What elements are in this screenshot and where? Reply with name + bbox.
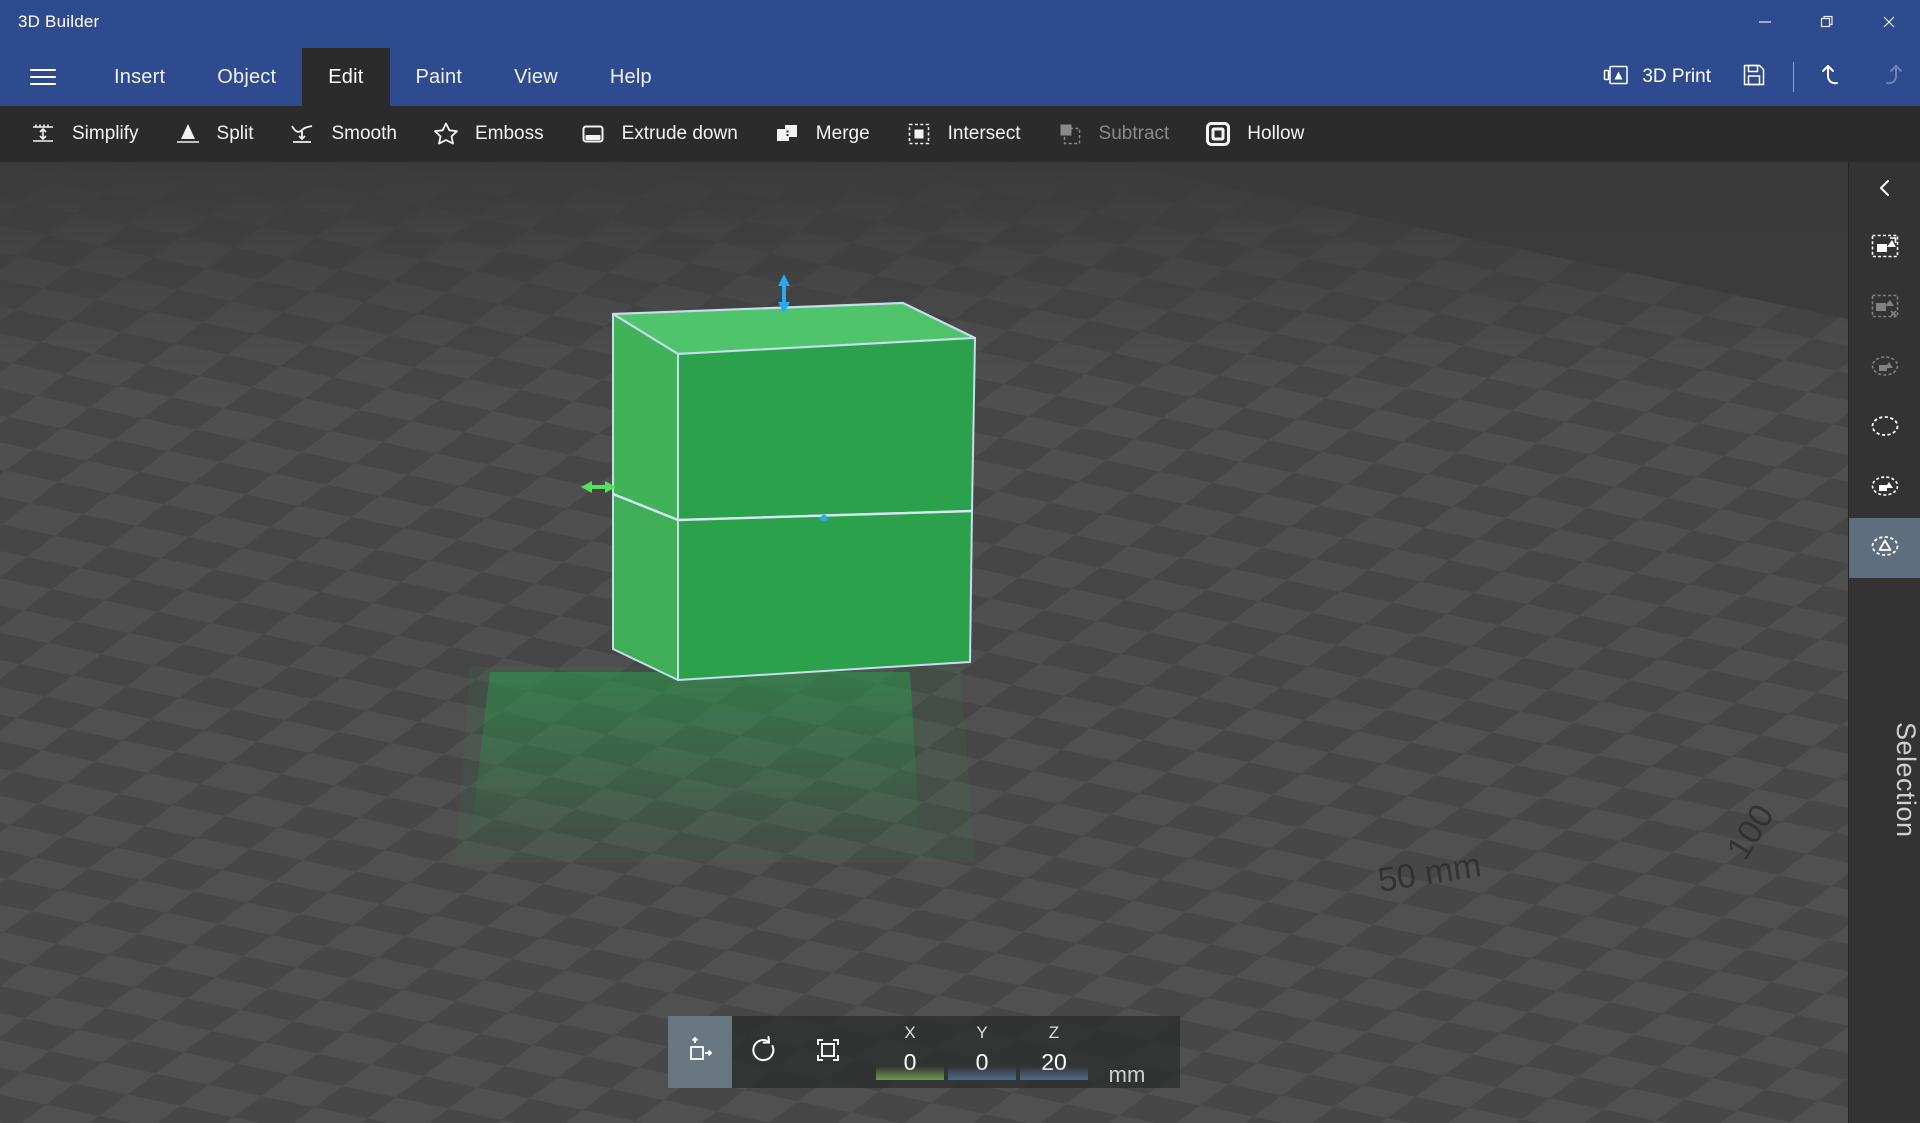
menu-item-edit[interactable]: Edit <box>302 48 390 106</box>
deselect-all-icon <box>1870 291 1900 326</box>
menu-item-view[interactable]: View <box>488 48 584 106</box>
y-accent-bar <box>948 1066 1016 1080</box>
sidebar-item-select-triangle[interactable] <box>1849 518 1920 578</box>
undo-button[interactable] <box>1804 48 1862 106</box>
rotate-tool-button[interactable] <box>732 1016 796 1088</box>
green-box-object[interactable] <box>611 301 977 681</box>
toolbar-divider <box>1793 62 1794 92</box>
rotate-icon <box>748 1034 780 1071</box>
tool-merge[interactable]: Merge <box>754 106 886 162</box>
minimize-button[interactable] <box>1734 0 1796 48</box>
tool-merge-label: Merge <box>815 123 870 144</box>
tool-extrude-down[interactable]: Extrude down <box>560 106 754 162</box>
subtract-icon <box>1053 119 1087 149</box>
restore-button[interactable] <box>1796 0 1858 48</box>
extrude-down-icon <box>576 119 610 149</box>
menu-item-insert[interactable]: Insert <box>88 48 191 106</box>
merge-icon <box>770 119 804 149</box>
select-object-icon <box>1870 351 1900 386</box>
menu-item-help[interactable]: Help <box>584 48 678 106</box>
menu-bar: Insert Object Edit Paint View Help 3D Pr… <box>0 48 1920 106</box>
sidebar-item-select-object[interactable] <box>1849 338 1920 398</box>
select-faces-icon <box>1870 471 1900 506</box>
z-axis-label: Z <box>1048 1023 1060 1042</box>
menu-item-paint[interactable]: Paint <box>390 48 489 106</box>
unit-label: mm <box>1108 1062 1146 1087</box>
tool-emboss-label: Emboss <box>474 123 544 144</box>
intersect-icon <box>902 119 936 149</box>
3d-print-icon <box>1602 63 1630 92</box>
restore-icon <box>1819 14 1835 35</box>
tool-smooth[interactable]: Smooth <box>269 106 412 162</box>
sidebar-collapse-button[interactable] <box>1849 162 1920 218</box>
split-icon <box>171 119 205 149</box>
tool-simplify[interactable]: Simplify <box>10 106 155 162</box>
scale-tool-button[interactable] <box>796 1016 860 1088</box>
sidebar-item-deselect-all[interactable] <box>1849 278 1920 338</box>
tool-hollow[interactable]: Hollow <box>1185 106 1320 162</box>
minimize-icon <box>1757 14 1773 35</box>
sidebar-item-select-loop[interactable] <box>1849 398 1920 458</box>
save-button[interactable] <box>1725 48 1783 106</box>
tool-split[interactable]: Split <box>155 106 270 162</box>
tool-simplify-label: Simplify <box>72 123 139 144</box>
x-axis-label: X <box>904 1023 916 1042</box>
tool-extrude-down-label: Extrude down <box>621 123 738 144</box>
hamburger-menu-icon <box>30 64 56 90</box>
tool-subtract[interactable]: Subtract <box>1037 106 1186 162</box>
smooth-icon <box>285 119 319 149</box>
tool-split-label: Split <box>216 123 254 144</box>
hollow-icon <box>1201 119 1235 149</box>
scale-icon <box>812 1034 844 1071</box>
redo-icon <box>1876 60 1906 95</box>
x-field[interactable]: X 0 <box>874 1016 946 1088</box>
select-triangle-icon <box>1870 531 1900 566</box>
emboss-star-icon <box>429 119 463 149</box>
tool-smooth-label: Smooth <box>331 123 397 144</box>
y-axis-label: Y <box>976 1023 988 1042</box>
menu-actions: 3D Print <box>1588 48 1920 106</box>
tool-intersect-label: Intersect <box>947 123 1021 144</box>
edit-toolbar: Simplify Split Smooth Emboss Extrude dow… <box>0 106 1920 162</box>
transform-toolbar: X 0 Y 0 Z 20 mm <box>668 1016 1180 1088</box>
chevron-left-icon <box>1874 177 1896 204</box>
tool-subtract-label: Subtract <box>1098 123 1170 144</box>
3d-print-label: 3D Print <box>1642 66 1711 87</box>
sidebar-item-select-faces[interactable] <box>1849 458 1920 518</box>
close-button[interactable] <box>1858 0 1920 48</box>
move-icon <box>684 1034 716 1071</box>
select-all-icon <box>1870 231 1900 266</box>
x-accent-bar <box>876 1066 944 1080</box>
menu-item-object[interactable]: Object <box>191 48 302 106</box>
redo-button[interactable] <box>1862 48 1920 106</box>
tool-intersect[interactable]: Intersect <box>886 106 1037 162</box>
transform-fields: X 0 Y 0 Z 20 mm <box>874 1016 1164 1088</box>
tool-hollow-label: Hollow <box>1247 123 1305 144</box>
z-field[interactable]: Z 20 <box>1018 1016 1090 1088</box>
select-loop-icon <box>1870 411 1900 446</box>
undo-icon <box>1818 60 1848 95</box>
z-accent-bar <box>1020 1066 1088 1080</box>
tool-emboss[interactable]: Emboss <box>413 106 560 162</box>
app-title: 3D Builder <box>18 12 100 31</box>
sidebar-item-select-all[interactable] <box>1849 218 1920 278</box>
y-field[interactable]: Y 0 <box>946 1016 1018 1088</box>
selection-sidebar: Selection <box>1848 162 1920 1123</box>
save-icon <box>1741 62 1767 93</box>
simplify-icon <box>26 119 60 149</box>
title-bar: 3D Builder <box>0 0 1920 48</box>
app-root: 3D Builder Insert Object Edit Paint View… <box>0 0 1920 1123</box>
viewport-canvas: 50 mm 100 <box>0 162 1848 1123</box>
sidebar-section-label: Selection <box>1891 722 1920 838</box>
hamburger-menu-button[interactable] <box>14 48 72 106</box>
object-reflection <box>455 667 975 862</box>
move-tool-button[interactable] <box>668 1016 732 1088</box>
3d-print-button[interactable]: 3D Print <box>1588 48 1725 106</box>
close-icon <box>1881 14 1897 35</box>
3d-viewport[interactable]: 50 mm 100 <box>0 162 1848 1123</box>
menu-item-list: Insert Object Edit Paint View Help <box>88 48 678 106</box>
window-controls <box>1734 0 1920 48</box>
